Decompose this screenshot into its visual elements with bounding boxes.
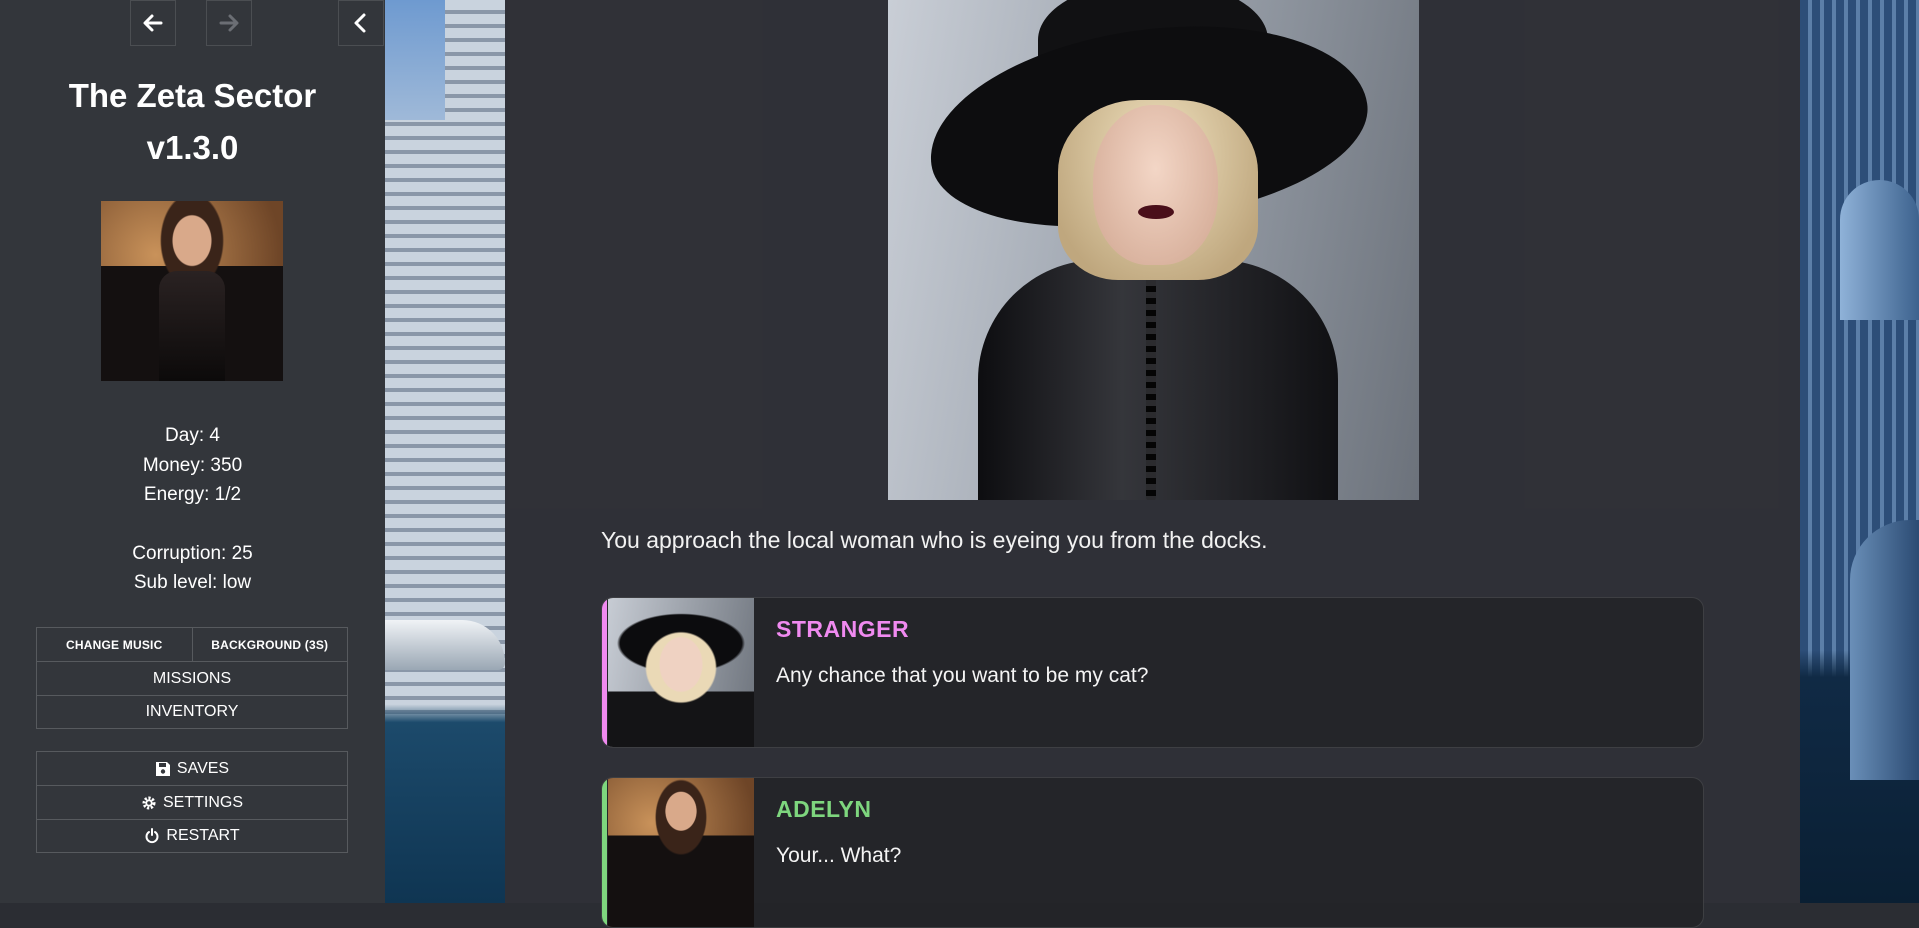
stat-energy: Energy: 1/2 [143, 484, 242, 505]
dialog-box-adelyn: ADELYN Your... What? [601, 777, 1704, 928]
dialog-box-stranger: STRANGER Any chance that you want to be … [601, 597, 1704, 748]
player-stats: Day: 4 Money: 350 Energy: 1/2 Corruption… [0, 421, 385, 598]
restart-label: RESTART [166, 827, 240, 844]
stat-corruption: Corruption: 25 [132, 542, 253, 564]
inventory-label: INVENTORY [145, 703, 239, 720]
settings-label: SETTINGS [162, 793, 243, 811]
dialog-text: Your... What? [776, 844, 902, 867]
system-menu: SAVES SETTINGS RESTART [36, 751, 348, 853]
missions-label: MISSIONS [152, 669, 232, 687]
speaker-color-bar [602, 598, 607, 747]
dialog-text: Any chance that you want to be my cat? [776, 664, 1149, 687]
chevron-left-icon [354, 13, 366, 33]
backdrop-right-strip [1800, 0, 1919, 903]
inventory-button[interactable]: INVENTORY [36, 695, 348, 729]
game-title: The Zeta Sector v1.3.0 [0, 70, 385, 174]
speaker-avatar-stranger [608, 598, 754, 747]
saves-label: SAVES [176, 759, 230, 777]
speaker-color-bar [602, 778, 607, 927]
change-music-button[interactable]: CHANGE MUSIC [37, 628, 192, 661]
story-panel: You approach the local woman who is eyei… [505, 0, 1800, 928]
forward-button[interactable] [206, 0, 252, 46]
stat-day: Day: 4 [165, 425, 220, 446]
stat-money: Money: 350 [142, 454, 243, 476]
scene-image-stranger [888, 0, 1419, 500]
game-menu: CHANGE MUSIC BACKGROUND (3S) MISSIONS IN… [36, 627, 348, 729]
speaker-avatar-adelyn [608, 778, 754, 927]
back-button[interactable] [130, 0, 176, 46]
game-version: v1.3.0 [146, 129, 239, 166]
missions-button[interactable]: MISSIONS [36, 661, 348, 695]
story-intro-text: You approach the local woman who is eyei… [601, 527, 1268, 553]
saves-button[interactable]: SAVES [36, 751, 348, 785]
stat-sub-level: Sub level: low [133, 572, 252, 593]
arrow-left-icon [143, 14, 163, 32]
speaker-name: STRANGER [776, 616, 910, 642]
sidebar: The Zeta Sector v1.3.0 Day: 4 Money: 350… [0, 0, 385, 903]
player-portrait [101, 201, 283, 381]
restart-button[interactable]: RESTART [36, 819, 348, 853]
power-icon [145, 828, 159, 844]
arrow-right-icon [219, 14, 239, 32]
floppy-disk-icon [155, 761, 170, 776]
game-title-text: The Zeta Sector [68, 77, 317, 114]
speaker-name: ADELYN [776, 796, 872, 822]
backdrop-left-strip [385, 0, 505, 903]
gear-icon [142, 796, 156, 809]
collapse-sidebar-button[interactable] [338, 0, 384, 46]
settings-button[interactable]: SETTINGS [36, 785, 348, 819]
music-background-row: CHANGE MUSIC BACKGROUND (3S) [36, 627, 348, 661]
background-button[interactable]: BACKGROUND (3S) [191, 628, 348, 661]
